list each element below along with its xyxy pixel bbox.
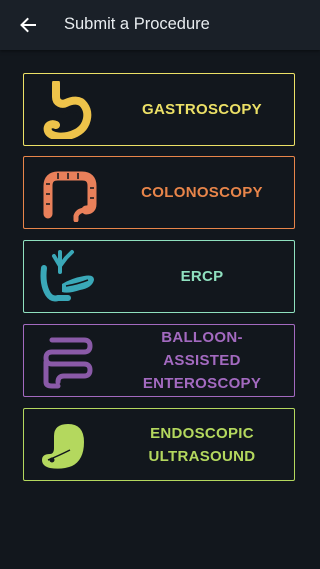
procedure-label: ERCP [180, 268, 224, 285]
stomach-icon [43, 81, 92, 139]
page-title: Submit a Procedure [64, 15, 210, 33]
ultrasound-stomach-icon [42, 424, 84, 469]
back-button[interactable] [14, 11, 42, 39]
colon-icon [43, 171, 97, 222]
app-bar: Submit a Procedure [0, 0, 320, 50]
pancreas-icon [40, 250, 94, 302]
arrow-left-icon [20, 17, 36, 33]
procedure-card-endoscopic-ultrasound[interactable]: ENDOSCOPIC ULTRASOUND [23, 408, 295, 481]
procedure-label: BALLOON- ASSISTED ENTEROSCOPY [142, 329, 262, 392]
procedure-label: COLONOSCOPY [141, 184, 263, 201]
small-intestine-icon [43, 337, 93, 389]
procedure-card-balloon-assisted-enteroscopy[interactable]: BALLOON- ASSISTED ENTEROSCOPY [23, 324, 295, 397]
procedure-card-gastroscopy[interactable]: GASTROSCOPY [23, 73, 295, 146]
procedure-card-colonoscopy[interactable]: COLONOSCOPY [23, 156, 295, 229]
procedure-label: ENDOSCOPIC ULTRASOUND [148, 424, 256, 465]
procedure-card-ercp[interactable]: ERCP [23, 240, 295, 313]
procedure-label: GASTROSCOPY [142, 101, 262, 118]
